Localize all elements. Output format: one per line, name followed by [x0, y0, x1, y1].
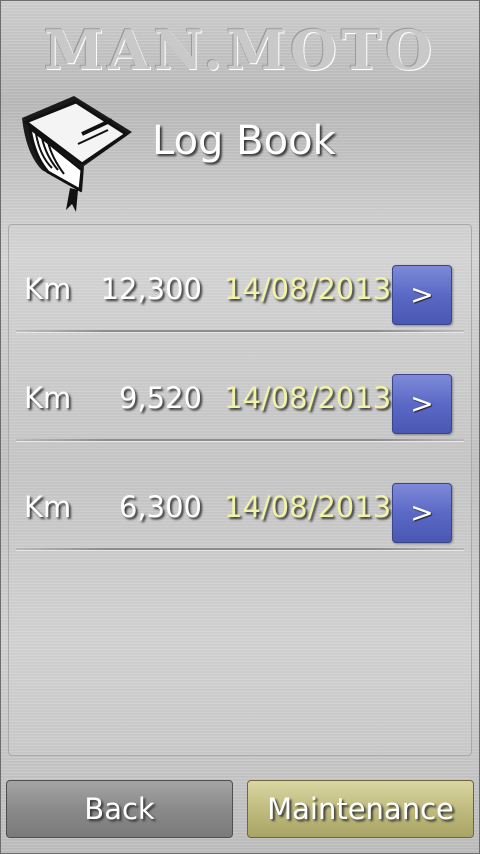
- open-entry-button[interactable]: >: [392, 483, 452, 543]
- open-entry-button[interactable]: >: [392, 374, 452, 434]
- row-divider: [16, 330, 464, 332]
- row-divider: [16, 548, 464, 550]
- entry-date: 14/08/2013: [224, 381, 392, 415]
- maintenance-button[interactable]: Maintenance: [247, 780, 474, 838]
- log-entry: Km 6,300 14/08/2013 >: [10, 462, 470, 550]
- odometer-value: 9,520: [118, 381, 202, 415]
- unit-label: Km: [24, 381, 72, 415]
- odometer-value: 12,300: [100, 272, 202, 306]
- entry-date: 14/08/2013: [224, 490, 392, 524]
- page-title: Log Book: [152, 118, 336, 164]
- logbook-icon: [22, 96, 132, 212]
- unit-label: Km: [24, 272, 72, 306]
- log-entry: Km 9,520 14/08/2013 >: [10, 353, 470, 441]
- odometer-value: 6,300: [118, 490, 202, 524]
- open-entry-button[interactable]: >: [392, 265, 452, 325]
- row-divider: [16, 439, 464, 441]
- entry-date: 14/08/2013: [224, 272, 392, 306]
- brand-logo: MAN.MOTO: [43, 18, 437, 82]
- unit-label: Km: [24, 490, 72, 524]
- back-button[interactable]: Back: [6, 780, 233, 838]
- log-entry: Km 12,300 14/08/2013 >: [10, 244, 470, 332]
